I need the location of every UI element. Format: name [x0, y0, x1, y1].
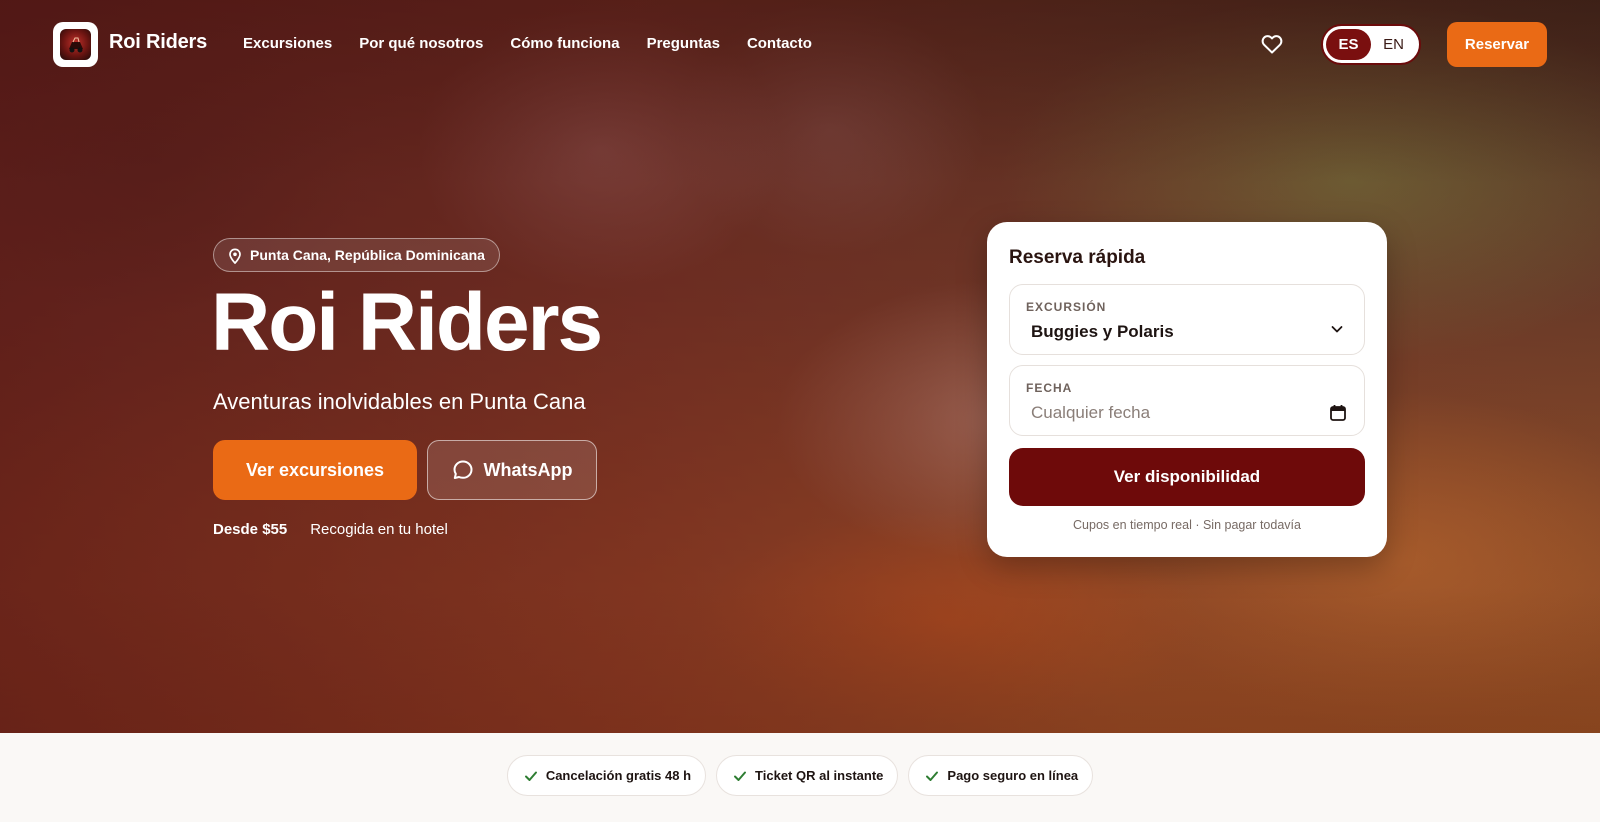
- check-availability-button[interactable]: Ver disponibilidad: [1009, 448, 1365, 506]
- calendar-icon[interactable]: [1329, 404, 1347, 422]
- badge-secure-payment: Pago seguro en línea: [908, 755, 1094, 796]
- badge-qr-ticket: Ticket QR al instante: [716, 755, 899, 796]
- map-pin-icon: [229, 248, 241, 264]
- badge-free-cancellation: Cancelación gratis 48 h: [506, 755, 707, 796]
- location-text: Punta Cana, República Dominicana: [250, 247, 485, 263]
- whatsapp-label: WhatsApp: [483, 459, 573, 480]
- brand-name[interactable]: Roi Riders: [109, 31, 207, 54]
- top-navbar: Roi Riders Excursiones Por qué nosotros …: [0, 0, 1600, 88]
- booking-title: Reserva rápida: [1009, 247, 1146, 268]
- hotel-pickup: Recogida en tu hotel: [310, 521, 448, 538]
- lang-es-button[interactable]: ES: [1326, 29, 1371, 60]
- nav-link-preguntas[interactable]: Preguntas: [647, 35, 720, 52]
- hero-subtitle: Aventuras inolvidables en Punta Cana: [213, 389, 586, 414]
- logo-emblem-icon: [60, 29, 91, 60]
- lang-en-button[interactable]: EN: [1371, 29, 1416, 60]
- excursion-value: Buggies y Polaris: [1031, 322, 1174, 341]
- chat-bubble-icon: [453, 460, 472, 479]
- booking-note: Cupos en tiempo real · Sin pagar todavía: [1073, 518, 1301, 532]
- excursion-label: EXCURSIÓN: [1026, 300, 1107, 314]
- nav-link-excursiones[interactable]: Excursiones: [243, 35, 332, 52]
- hero-title: Roi Riders: [211, 277, 603, 368]
- nav-link-contacto[interactable]: Contacto: [747, 35, 812, 52]
- badge-label: Ticket QR al instante: [755, 768, 884, 783]
- date-label: FECHA: [1026, 381, 1073, 395]
- check-icon: [926, 771, 939, 781]
- badge-label: Cancelación gratis 48 h: [545, 768, 692, 783]
- heart-icon[interactable]: [1260, 32, 1284, 56]
- nav-link-como-funciona[interactable]: Cómo funciona: [510, 35, 619, 52]
- badge-label: Pago seguro en línea: [947, 768, 1079, 783]
- main-nav: Excursiones Por qué nosotros Cómo funcio…: [243, 35, 839, 52]
- check-icon: [524, 771, 537, 781]
- date-placeholder: Cualquier fecha: [1031, 403, 1151, 422]
- trust-badges: Cancelación gratis 48 h Ticket QR al ins…: [0, 755, 1600, 796]
- language-toggle: ES EN: [1321, 24, 1421, 65]
- price-from: Desde $55: [213, 521, 288, 538]
- excursion-select[interactable]: EXCURSIÓN Buggies y Polaris: [1009, 284, 1365, 355]
- brand-logo[interactable]: [53, 22, 98, 67]
- whatsapp-button[interactable]: WhatsApp: [427, 440, 597, 500]
- date-field[interactable]: FECHA Cualquier fecha: [1009, 365, 1365, 436]
- check-icon: [734, 771, 747, 781]
- reserve-button[interactable]: Reservar: [1447, 22, 1547, 67]
- hero-meta: Desde $55 Recogida en tu hotel: [213, 521, 448, 538]
- chevron-down-icon: [1331, 326, 1343, 333]
- view-excursions-button[interactable]: Ver excursiones: [213, 440, 417, 500]
- location-badge: Punta Cana, República Dominicana: [213, 238, 500, 272]
- nav-link-por-que-nosotros[interactable]: Por qué nosotros: [359, 35, 483, 52]
- quick-booking-card: Reserva rápida EXCURSIÓN Buggies y Polar…: [987, 222, 1387, 557]
